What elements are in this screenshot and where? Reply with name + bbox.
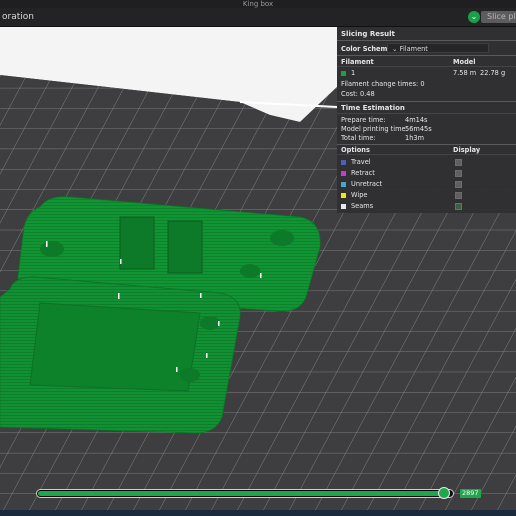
option-color-swatch (341, 159, 346, 165)
toolbar: oration ⌄ Slice pla (0, 8, 516, 27)
layer-slider-handle[interactable] (438, 487, 450, 499)
option-label: Wipe (351, 191, 368, 199)
filament-header: Filament (341, 58, 374, 66)
taskbar (0, 510, 516, 516)
layer-value-label: 2897 (460, 489, 481, 498)
display-checkbox-travel[interactable] (455, 159, 462, 166)
filament-weight: 22.78 g (480, 69, 506, 77)
prepare-time-value: 4m14s (405, 116, 428, 124)
color-scheme-select[interactable]: ⌄ Filament (387, 43, 489, 53)
total-time-label: Total time: (341, 134, 376, 142)
option-wipe: Wipe (341, 191, 367, 199)
option-label: Seams (351, 202, 374, 210)
option-travel: Travel (341, 158, 371, 166)
color-scheme-label: Color Scheme (341, 45, 392, 53)
window-title: King box (0, 0, 516, 8)
color-scheme-value: Filament (399, 45, 428, 53)
option-color-swatch (341, 203, 346, 209)
filament-color-swatch (341, 70, 346, 76)
option-color-swatch (341, 192, 346, 198)
option-color-swatch (341, 170, 346, 176)
option-retract: Retract (341, 169, 375, 177)
filament-change-times: Filament change times: 0 (341, 80, 425, 88)
cost: Cost: 0.48 (341, 90, 375, 98)
filament-length: 7.58 m (453, 69, 477, 77)
layer-slider-track[interactable] (36, 489, 454, 498)
filament-index: 1 (351, 69, 356, 77)
model-header: Model (453, 58, 476, 66)
display-checkbox-unretract[interactable] (455, 181, 462, 188)
time-estimation-title: Time Estimation (341, 104, 405, 112)
model-box-bottom (0, 276, 241, 434)
option-color-swatch (341, 181, 346, 187)
display-checkbox-wipe[interactable] (455, 192, 462, 199)
model-printing-time-value: 56m45s (405, 125, 432, 133)
display-checkbox-retract[interactable] (455, 170, 462, 177)
slicing-result-title: Slicing Result (341, 30, 395, 38)
layer-slider-fill (38, 491, 448, 496)
model-printing-time-label: Model printing time: (341, 125, 408, 133)
option-unretract: Unretract (341, 180, 382, 188)
total-time-value: 1h3m (405, 134, 424, 142)
option-label: Unretract (351, 180, 383, 188)
filament-row: 1 (341, 69, 355, 77)
display-checkbox-seams[interactable] (455, 203, 462, 210)
slicing-result-panel: Slicing Result Color Scheme ⌄ Filament F… (337, 27, 516, 213)
prepare-time-label: Prepare time: (341, 116, 386, 124)
option-seams: Seams (341, 202, 373, 210)
chevron-down-icon[interactable]: ⌄ (468, 11, 480, 23)
option-label: Travel (351, 158, 371, 166)
tab-preparation[interactable]: oration (0, 8, 34, 26)
display-header: Display (453, 146, 481, 154)
slice-plate-button[interactable]: Slice pla (481, 11, 516, 23)
option-label: Retract (351, 169, 375, 177)
chevron-down-icon: ⌄ (392, 45, 400, 53)
options-header: Options (341, 146, 370, 154)
